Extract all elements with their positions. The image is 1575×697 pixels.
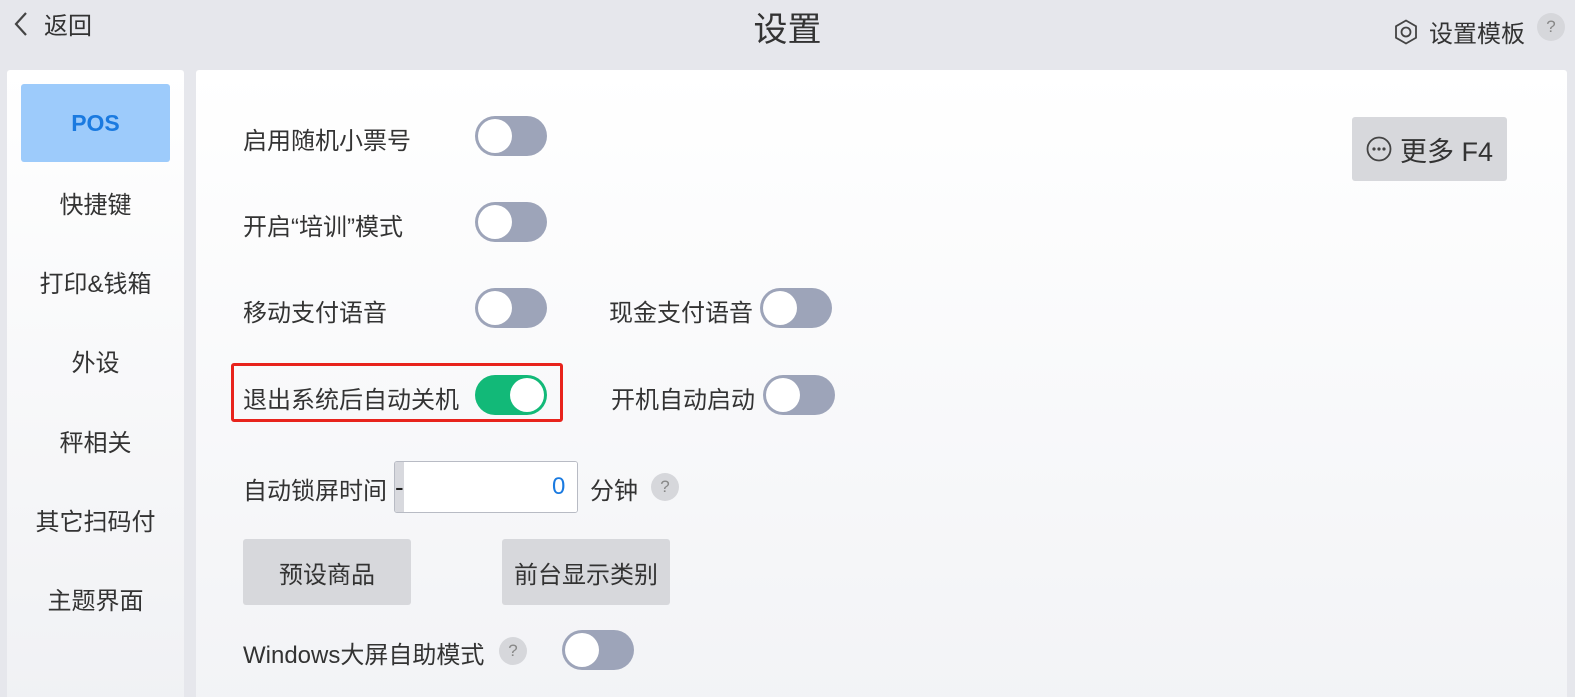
sidebar-item-other-scan-pay[interactable]: 其它扫码付 (21, 480, 170, 558)
sidebar-item-shortcuts[interactable]: 快捷键 (21, 163, 170, 241)
random-receipt-toggle[interactable] (475, 116, 547, 156)
auto-lock-label: 自动锁屏时间 (243, 478, 387, 505)
auto-lock-input[interactable] (403, 462, 577, 512)
windows-kiosk-help-icon[interactable]: ? (499, 637, 527, 665)
front-category-button[interactable]: 前台显示类别 (502, 539, 670, 605)
sidebar-item-print-cashbox[interactable]: 打印&钱箱 (21, 242, 170, 320)
auto-start-label: 开机自动启动 (611, 387, 755, 414)
hexagon-settings-icon (1395, 18, 1417, 45)
page-title: 设置 (753, 11, 822, 49)
auto-shutdown-label: 退出系统后自动关机 (243, 387, 459, 414)
decrement-button[interactable]: - (395, 462, 404, 512)
cash-pay-voice-toggle[interactable] (760, 288, 832, 328)
sidebar-item-peripherals[interactable]: 外设 (21, 321, 170, 399)
training-mode-label: 开启“培训”模式 (243, 214, 403, 241)
auto-start-toggle[interactable] (763, 375, 835, 415)
more-button[interactable]: 更多 F4 (1352, 117, 1507, 181)
preset-goods-button[interactable]: 预设商品 (243, 539, 411, 605)
settings-template-label: 设置模板 (1429, 21, 1525, 48)
settings-panel: 启用随机小票号 开启“培训”模式 移动支付语音 现金支付语音 退出系统后自动关机… (196, 70, 1567, 697)
auto-lock-stepper: - + (394, 461, 578, 513)
more-dots-icon (1366, 136, 1392, 162)
windows-kiosk-toggle[interactable] (562, 630, 634, 670)
mobile-pay-voice-label: 移动支付语音 (243, 300, 387, 327)
training-mode-toggle[interactable] (475, 202, 547, 242)
cash-pay-voice-label: 现金支付语音 (609, 300, 753, 327)
sidebar-item-theme[interactable]: 主题界面 (21, 559, 170, 637)
auto-lock-unit: 分钟 (590, 478, 638, 505)
sidebar-item-pos[interactable]: POS (21, 84, 170, 162)
sidebar-item-scale[interactable]: 秤相关 (21, 401, 170, 479)
header-help-icon[interactable]: ? (1537, 13, 1565, 41)
auto-lock-help-icon[interactable]: ? (651, 473, 679, 501)
more-button-label: 更多 F4 (1399, 136, 1493, 167)
mobile-pay-voice-toggle[interactable] (475, 288, 547, 328)
sidebar: POS 快捷键 打印&钱箱 外设 秤相关 其它扫码付 主题界面 (7, 70, 184, 697)
windows-kiosk-label: Windows大屏自助模式 (243, 642, 485, 669)
settings-template-button[interactable]: 设置模板 (1393, 14, 1525, 49)
random-receipt-label: 启用随机小票号 (243, 128, 411, 155)
auto-shutdown-toggle[interactable] (475, 375, 547, 415)
